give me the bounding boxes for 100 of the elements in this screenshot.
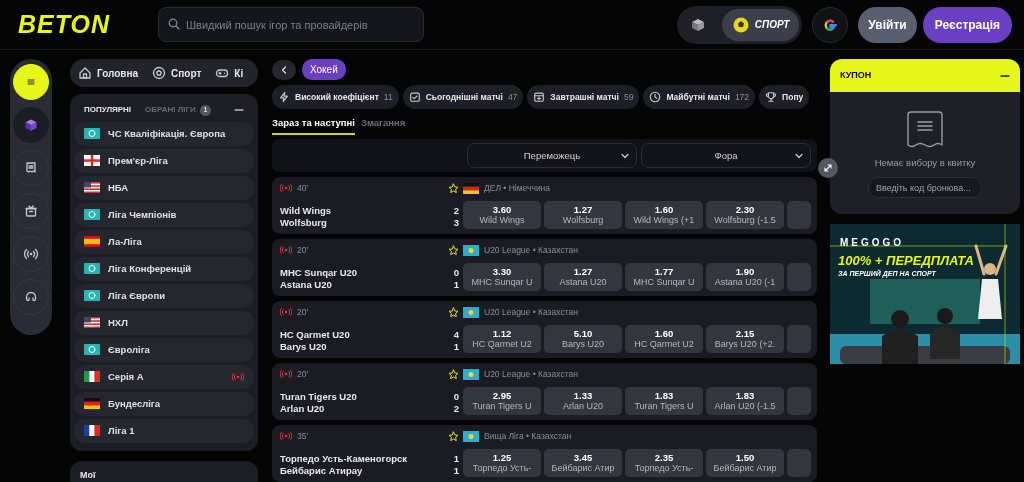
league-name: ДЕЛ • Німеччина <box>484 181 551 195</box>
sport-tag[interactable]: Хокей <box>302 59 346 80</box>
logo[interactable]: BETON <box>18 5 158 44</box>
register-button[interactable]: Реєстрація <box>922 6 1012 43</box>
score: 4 <box>452 329 459 342</box>
odds-button[interactable]: 2.30 Wolfsburg (-1.5 <box>706 201 784 230</box>
flag-icon <box>84 263 100 275</box>
league-item[interactable]: Серія А <box>74 365 254 389</box>
league-name: Ліга 1 <box>108 423 135 438</box>
nav-link[interactable]: Головна <box>78 65 139 81</box>
booking-code-field[interactable]: Введіть код бронюва... <box>868 177 982 199</box>
league-item[interactable]: ЧС Кваліфікація. Європа <box>74 122 254 146</box>
odds-button[interactable]: 1.27 Astana U20 <box>544 263 622 292</box>
clock-icon <box>649 91 662 103</box>
coupon-title: КУПОН <box>840 68 872 82</box>
score: 3 <box>452 217 459 230</box>
odds-button[interactable]: 3.45 Бейбарис Атир <box>544 449 622 478</box>
star-icon[interactable] <box>448 368 459 380</box>
league-item[interactable]: Ліга Конференцій <box>74 257 254 281</box>
ticket-icon <box>24 161 38 175</box>
star-icon[interactable] <box>448 182 459 194</box>
team-name: Wild Wings <box>280 205 333 218</box>
flag-icon <box>84 344 100 356</box>
live-icon <box>280 184 292 193</box>
flag-icon <box>463 368 479 380</box>
chevron-icon <box>280 65 288 74</box>
score: 2 <box>452 205 459 218</box>
team-name: Arlan U20 <box>280 403 326 416</box>
league-name: НБА <box>108 180 129 195</box>
view-tab[interactable]: Зараз та наступні <box>272 116 355 136</box>
score: 1 <box>452 465 459 478</box>
expand-button[interactable] <box>818 158 838 178</box>
star-icon[interactable] <box>448 244 459 256</box>
odds-button[interactable]: 5.10 Barys U20 <box>544 325 622 354</box>
odds-button[interactable]: 1.77 MHC Sunqar U <box>625 263 703 292</box>
league-item[interactable]: НБА <box>74 176 254 200</box>
league-item[interactable]: Бундесліга <box>74 392 254 416</box>
login-button[interactable]: Увійти <box>858 6 917 43</box>
dice-icon <box>24 118 38 132</box>
odds-button[interactable]: 2.15 Barys U20 (+2. <box>706 325 784 354</box>
league-item[interactable]: Ліга Європи <box>74 284 254 308</box>
nav-link[interactable]: Спорт <box>152 65 202 81</box>
menu-button[interactable] <box>13 64 49 100</box>
odds-button[interactable]: 1.50 Бейбарис Атир <box>706 449 784 478</box>
odds-button[interactable]: 3.60 Wild Wings <box>463 201 541 230</box>
score: 2 <box>452 403 459 416</box>
star-icon[interactable] <box>448 430 459 442</box>
ball-icon <box>731 15 750 34</box>
filter-chip[interactable]: Майбутні матчі 172 <box>643 85 756 109</box>
league-name: НХЛ <box>108 315 128 330</box>
filter-chip[interactable]: Високий коефіцієнт 11 <box>272 85 399 109</box>
team-name: HC Qarmet U20 <box>280 329 351 342</box>
score: 1 <box>452 453 459 466</box>
flag-icon <box>463 244 479 256</box>
match-minute: 40' <box>297 181 309 195</box>
flag-icon <box>84 317 100 329</box>
star-icon[interactable] <box>448 306 459 318</box>
odds-button[interactable]: 2.95 Turan Tigers U <box>463 387 541 416</box>
back-button[interactable] <box>272 59 296 80</box>
odds-button[interactable]: 1.12 HC Qarmet U2 <box>463 325 541 354</box>
view-tab[interactable]: Змагання <box>360 116 406 136</box>
calendar-icon <box>408 91 421 103</box>
odds-button[interactable]: 1.27 Wolfsburg <box>544 201 622 230</box>
odds-button[interactable]: 1.90 Astana U20 (-1 <box>706 263 784 292</box>
league-item[interactable]: Прем'єр-Ліга <box>74 149 254 173</box>
filter-chip[interactable]: Попу <box>759 85 810 109</box>
league-item[interactable]: Євроліга <box>74 338 254 362</box>
odds-button[interactable]: 2.35 Торпедо Усть- <box>625 449 703 478</box>
search-icon <box>168 18 180 30</box>
league-item[interactable]: Ліга Чемпіонів <box>74 203 254 227</box>
league-name: Ліга Європи <box>108 288 165 303</box>
odds-button[interactable]: 1.83 Arlan U20 (-1.5 <box>706 387 784 416</box>
league-tab[interactable]: ПОПУЛЯРНІ <box>84 104 132 116</box>
market-dropdown[interactable]: Переможець <box>467 143 637 169</box>
odds-button[interactable]: 1.60 HC Qarmet U2 <box>625 325 703 354</box>
section-title: Мої <box>80 470 96 480</box>
market-dropdown[interactable]: Фора <box>641 143 811 169</box>
live-icon <box>280 246 292 255</box>
odds-button[interactable]: 1.25 Торпедо Усть- <box>463 449 541 478</box>
league-name: Бундесліга <box>108 396 161 411</box>
ball-icon <box>152 66 167 80</box>
league-item[interactable]: Ліга 1 <box>74 419 254 443</box>
live-icon <box>280 308 292 317</box>
team-name: MHC Sunqar U20 <box>280 267 359 280</box>
filter-chip[interactable]: Сьогоднішні матчі 47 <box>402 85 524 109</box>
caret-icon <box>621 152 629 159</box>
nav-link[interactable]: Кі <box>215 65 244 81</box>
search-field[interactable]: Швидкий пошук ігор та провайдерів <box>158 7 424 42</box>
league-item[interactable]: Ла-Ліга <box>74 230 254 254</box>
match-minute: 35' <box>297 429 309 443</box>
filter-chip[interactable]: Завтрашні матчі 59 <box>527 85 640 109</box>
score: 1 <box>452 279 459 292</box>
sport-tab[interactable]: СПОРТ <box>721 8 800 41</box>
google-button[interactable] <box>812 6 849 43</box>
odds-button[interactable]: 1.83 Turan Tigers U <box>625 387 703 416</box>
odds-button[interactable]: 1.60 Wild Wings (+1 <box>625 201 703 230</box>
league-item[interactable]: НХЛ <box>74 311 254 335</box>
odds-button[interactable]: 1.33 Arlan U20 <box>544 387 622 416</box>
odds-button[interactable]: 3.30 MHC Sunqar U <box>463 263 541 292</box>
dice-button[interactable] <box>13 107 49 143</box>
